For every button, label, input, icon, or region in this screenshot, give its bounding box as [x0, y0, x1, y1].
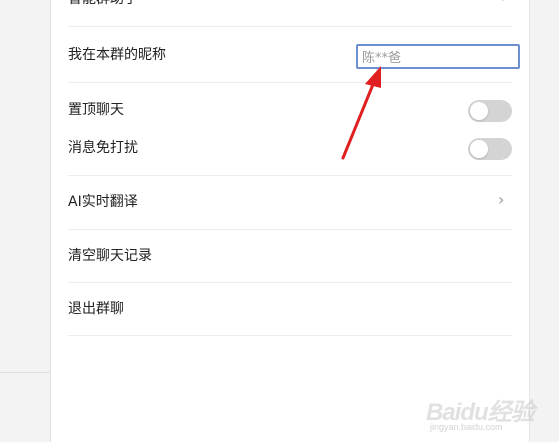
leave-group-row[interactable]: 退出群聊 [68, 293, 512, 323]
toggle-knob [470, 102, 488, 120]
divider [68, 175, 512, 176]
pin-chat-label: 置顶聊天 [68, 102, 124, 118]
left-side-area [0, 0, 51, 442]
ai-translate-label: AI实时翻译 [68, 194, 138, 210]
divider [68, 82, 512, 83]
ai-translate-row[interactable]: AI实时翻译 [68, 186, 512, 216]
divider [68, 26, 512, 27]
chevron-right-icon: › [501, 0, 507, 6]
nickname-input[interactable] [356, 44, 520, 69]
clear-history-row[interactable]: 清空聊天记录 [68, 240, 512, 270]
chevron-right-icon: › [498, 190, 505, 209]
toggle-knob [470, 140, 488, 158]
mute-toggle[interactable] [468, 138, 512, 160]
watermark-subtext: jingyan.baidu.com [430, 422, 503, 432]
mute-row: 消息免打扰 [68, 132, 512, 162]
nickname-label: 我在本群的昵称 [68, 47, 166, 63]
leave-group-label: 退出群聊 [68, 301, 124, 317]
divider [68, 335, 512, 336]
right-side-area [529, 0, 559, 442]
pin-chat-toggle[interactable] [468, 100, 512, 122]
pin-chat-row: 置顶聊天 [68, 94, 512, 124]
group-settings-panel: 智能群助手 › 我在本群的昵称 置顶聊天 消息免打扰 AI实时翻译 › 清空聊天… [51, 0, 529, 442]
mute-label: 消息免打扰 [68, 140, 138, 156]
divider [68, 282, 512, 283]
divider [68, 229, 512, 230]
clear-history-label: 清空聊天记录 [68, 248, 152, 264]
baidu-watermark: Baidu经验 jingyan.baidu.com [426, 388, 535, 436]
left-divider [0, 372, 50, 373]
group-assistant-label[interactable]: 智能群助手 [68, 0, 138, 8]
